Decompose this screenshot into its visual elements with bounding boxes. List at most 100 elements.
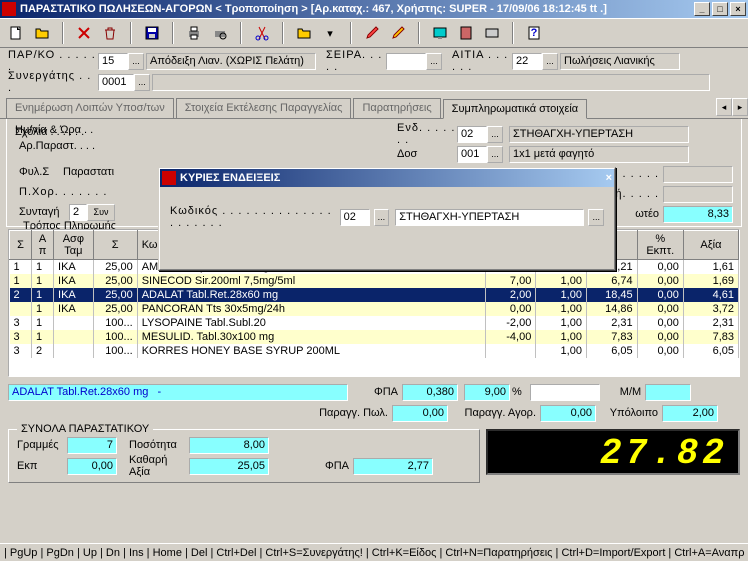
dos-desc — [509, 146, 689, 163]
table-row[interactable]: 32100...KORRES HONEY BASE SYRUP 200ML1,0… — [10, 344, 739, 358]
tab-stoixeia[interactable]: Στοιχεία Εκτέλεσης Παραγγελίας — [176, 98, 352, 118]
edit-button[interactable] — [360, 21, 384, 45]
col-s[interactable]: Σ — [10, 231, 32, 260]
psi-field — [663, 166, 733, 183]
dos-input[interactable] — [457, 146, 487, 163]
table-row[interactable]: 11IKA25,00SINECOD Sir.200ml 7,5mg/5ml7,0… — [10, 274, 739, 288]
tot-fpa-field — [353, 458, 433, 475]
paragp-label: Παραγγ. Πωλ. — [308, 407, 388, 419]
fyls-label: Φυλ.Σ — [19, 166, 55, 178]
main-toolbar: ▾ ? — [0, 18, 748, 48]
yrsi-field — [663, 186, 733, 203]
close-button[interactable]: × — [730, 2, 746, 16]
maximize-button[interactable]: □ — [712, 2, 728, 16]
open-button[interactable] — [30, 21, 54, 45]
paragp-field — [392, 405, 448, 422]
totals-group: ΣΥΝΟΛΑ ΠΑΡΑΣΤΑΤΙΚΟΥ Γραμμές Ποσότητα Εκπ… — [8, 429, 480, 483]
seira-input[interactable] — [386, 53, 426, 70]
pxor-label: Π.Χορ. . . . . . . — [19, 186, 109, 198]
modal-kodikos-input[interactable] — [340, 209, 370, 226]
arparast-label: Αρ.Παραστ. . . . — [19, 140, 109, 152]
modal-close-button[interactable]: × — [606, 172, 612, 184]
parastati-label: Παραστατι — [63, 166, 114, 178]
tab-symplirwmatika[interactable]: Συμπληρωματικά στοιχεία — [443, 99, 588, 119]
window-titlebar: ΠΑΡΑΣΤΑΤΙΚΟ ΠΩΛΗΣΕΩΝ-ΑΓΟΡΩΝ < Τροποποίησ… — [0, 0, 748, 18]
delete-button[interactable] — [72, 21, 96, 45]
fpa-field — [402, 384, 458, 401]
end-lookup-button[interactable]: ... — [487, 126, 503, 143]
fpa-label: ΦΠΑ — [368, 386, 398, 398]
grammes-label: Γραμμές — [17, 439, 67, 451]
table-row[interactable]: 1IKA25,00PANCORAN Tts 30x5mg/24h0,001,00… — [10, 302, 739, 316]
oteo-field — [663, 206, 733, 223]
selected-item — [8, 384, 348, 401]
print-preview-button[interactable] — [208, 21, 232, 45]
tot-fpa-label: ΦΠΑ — [299, 460, 349, 472]
lcd-total: 27.82 — [486, 429, 740, 475]
grammes-field — [67, 437, 117, 454]
col-ap[interactable]: Α π — [32, 231, 54, 260]
dos-lookup-button[interactable]: ... — [487, 146, 503, 163]
print-button[interactable] — [182, 21, 206, 45]
pct-field — [464, 384, 510, 401]
window-title: ΠΑΡΑΣΤΑΤΙΚΟ ΠΩΛΗΣΕΩΝ-ΑΓΟΡΩΝ < Τροποποίησ… — [20, 3, 694, 15]
save-button[interactable] — [140, 21, 164, 45]
screen-button[interactable] — [428, 21, 452, 45]
col-asf[interactable]: Ασφ Ταμ — [54, 231, 94, 260]
modal-kodikos-desc[interactable] — [395, 209, 584, 226]
end-desc — [509, 126, 689, 143]
paraga-field — [540, 405, 596, 422]
tab-bar: Ενημέρωση Λοιπών Υποσ/των Στοιχεία Εκτέλ… — [0, 98, 748, 119]
aitia-lookup-button[interactable]: ... — [542, 53, 558, 70]
table-row[interactable]: 31100...LYSOPAINE Tabl.Subl.20-2,001,002… — [10, 316, 739, 330]
ypol-label: Υπόλοιπο — [604, 407, 658, 419]
ekp-label: Εκπ — [17, 460, 67, 472]
parko-input[interactable] — [98, 53, 128, 70]
trash-button[interactable] — [98, 21, 122, 45]
tab-paratiriseis[interactable]: Παρατηρήσεις — [353, 98, 440, 118]
end-label: Ενδ. . . . . . . — [397, 122, 457, 146]
book-button[interactable] — [454, 21, 478, 45]
kath-label: Καθαρή Αξία — [129, 454, 189, 478]
modal-kodikos-lookup[interactable]: ... — [374, 209, 390, 226]
tab-scroll-right[interactable]: ▸ — [732, 98, 748, 116]
status-bar: | PgUp | PgDn | Up | Dn | Ins | Home | D… — [0, 543, 748, 561]
table-row[interactable]: 21IKA25,00ADALAT Tabl.Ret.28x60 mg2,001,… — [10, 288, 739, 302]
col-s2[interactable]: Σ — [93, 231, 137, 260]
col-ekpt[interactable]: % Εκπτ. — [637, 231, 683, 260]
dropdown-button[interactable]: ▾ — [318, 21, 342, 45]
end-input[interactable] — [457, 126, 487, 143]
dos-label: Δοσ — [397, 148, 457, 160]
minimize-button[interactable]: _ — [694, 2, 710, 16]
ypol-field — [662, 405, 718, 422]
kath-field — [189, 458, 269, 475]
new-button[interactable] — [4, 21, 28, 45]
tab-enimerwsi[interactable]: Ενημέρωση Λοιπών Υποσ/των — [6, 98, 174, 118]
synerg-lookup-button[interactable]: ... — [134, 74, 150, 91]
cut-button[interactable] — [250, 21, 274, 45]
folder-button[interactable] — [292, 21, 316, 45]
seira-lookup-button[interactable]: ... — [426, 53, 442, 70]
hmnia-label: Ημ/νία & Ώρα . . — [15, 124, 93, 136]
parko-lookup-button[interactable]: ... — [128, 53, 144, 70]
card-button[interactable] — [480, 21, 504, 45]
synerg-label: Συνεργάτης . . . — [8, 70, 98, 94]
totals-title: ΣΥΝΟΛΑ ΠΑΡΑΣΤΑΤΙΚΟΥ — [17, 423, 153, 435]
synerg-desc — [152, 74, 710, 91]
parko-desc — [146, 53, 316, 70]
help-button[interactable]: ? — [522, 21, 546, 45]
tab-scroll-left[interactable]: ◂ — [716, 98, 732, 116]
modal-kodikos-lookup2[interactable]: ... — [588, 209, 604, 226]
posotita-field — [189, 437, 269, 454]
app-icon — [2, 2, 16, 16]
svg-text:?: ? — [531, 27, 538, 39]
synerg-input[interactable] — [98, 74, 134, 91]
col-axia[interactable]: Αξία — [683, 231, 738, 260]
blank-field[interactable] — [530, 384, 600, 401]
aitia-input[interactable] — [512, 53, 542, 70]
posotita-label: Ποσότητα — [129, 439, 189, 451]
aitia-label: ΑΙΤΙΑ . . . . . . — [452, 49, 512, 73]
aitia-desc — [560, 53, 680, 70]
edit2-button[interactable] — [386, 21, 410, 45]
table-row[interactable]: 31100...MESULID. Tabl.30x100 mg-4,001,00… — [10, 330, 739, 344]
